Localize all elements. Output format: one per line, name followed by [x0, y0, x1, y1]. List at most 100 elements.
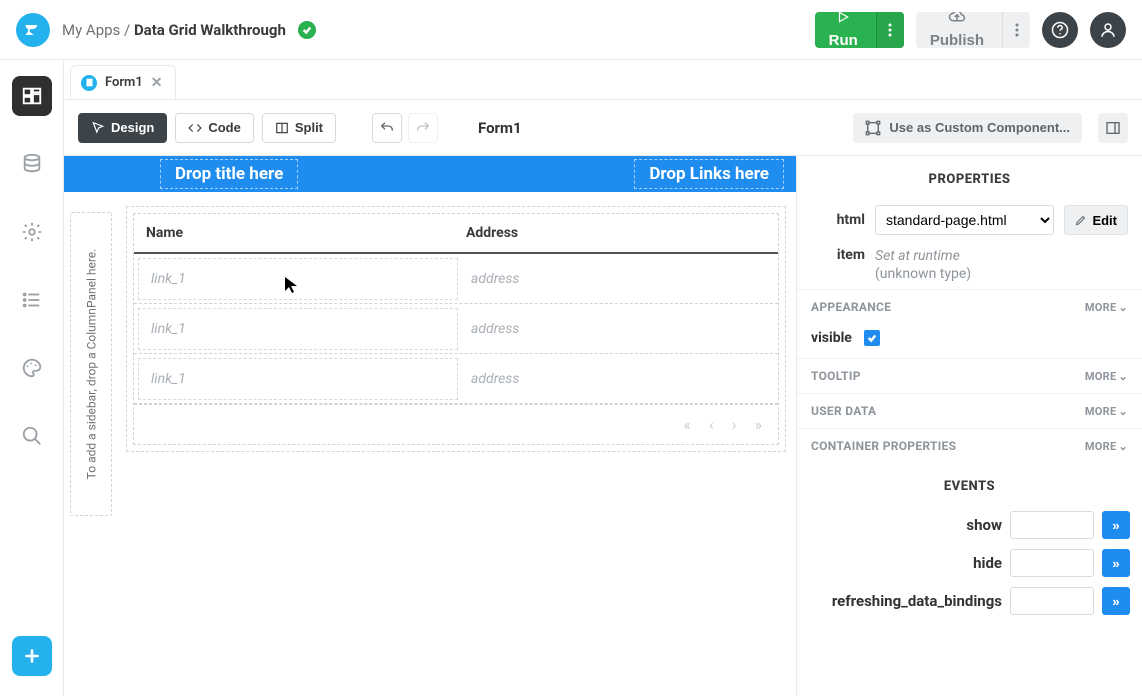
prop-html-label: html: [811, 212, 865, 228]
more-toggle[interactable]: MORE⌄: [1085, 301, 1128, 314]
section-container-properties[interactable]: CONTAINER PROPERTIES MORE⌄: [797, 428, 1142, 463]
layout-icon: [21, 85, 43, 107]
tab-row: Form1 ✕: [64, 60, 1142, 100]
data-grid[interactable]: Name Address link_1 address link_1 addre…: [126, 206, 786, 452]
rail-list-button[interactable]: [12, 280, 52, 320]
pager-prev-icon[interactable]: ‹: [709, 415, 714, 434]
left-rail: [0, 60, 64, 696]
more-toggle[interactable]: MORE⌄: [1085, 405, 1128, 418]
rail-add-button[interactable]: [12, 636, 52, 676]
sidebar-drop-zone[interactable]: To add a sidebar, drop a ColumnPanel her…: [70, 212, 112, 516]
custom-component-button[interactable]: Use as Custom Component...: [853, 113, 1082, 143]
saved-check-icon: [298, 21, 316, 39]
cell-link[interactable]: link_1: [138, 308, 458, 350]
edit-html-button[interactable]: Edit: [1064, 205, 1128, 235]
column-header-name[interactable]: Name: [134, 225, 454, 241]
cursor-icon: [91, 121, 105, 135]
more-toggle[interactable]: MORE⌄: [1085, 440, 1128, 453]
event-show-input[interactable]: [1010, 511, 1094, 539]
current-form-label: Form1: [478, 119, 522, 137]
event-refresh-input[interactable]: [1010, 587, 1094, 615]
tab-form1[interactable]: Form1 ✕: [70, 65, 176, 99]
pager-last-icon[interactable]: »: [755, 415, 763, 434]
undo-icon: [379, 120, 395, 136]
event-hide-label: hide: [809, 554, 1002, 572]
form-icon: [81, 75, 97, 91]
pager-next-icon[interactable]: ›: [732, 415, 737, 434]
grid-row[interactable]: link_1 address: [134, 254, 778, 304]
account-button[interactable]: [1090, 12, 1126, 48]
view-design-button[interactable]: Design: [78, 113, 167, 143]
redo-icon: [415, 120, 431, 136]
grid-row[interactable]: link_1 address: [134, 304, 778, 354]
code-icon: [188, 121, 202, 135]
title-drop-zone[interactable]: Drop title here: [160, 159, 298, 189]
rail-search-button[interactable]: [12, 416, 52, 456]
prop-visible-checkbox[interactable]: [864, 330, 880, 346]
rail-settings-button[interactable]: [12, 212, 52, 252]
design-canvas[interactable]: Drop title here Drop Links here To add a…: [64, 156, 796, 696]
pencil-icon: [1075, 214, 1087, 226]
grid-row[interactable]: link_1 address: [134, 354, 778, 404]
section-appearance[interactable]: APPEARANCE MORE⌄: [797, 289, 1142, 324]
kebab-icon: [1015, 23, 1019, 37]
publish-menu-button[interactable]: [1002, 12, 1030, 48]
links-drop-zone[interactable]: Drop Links here: [634, 159, 784, 189]
rail-theme-button[interactable]: [12, 348, 52, 388]
breadcrumb-root[interactable]: My Apps: [62, 21, 120, 39]
tab-close-icon[interactable]: ✕: [151, 75, 163, 91]
column-header-address[interactable]: Address: [454, 225, 778, 241]
cell-link[interactable]: link_1: [138, 358, 458, 400]
help-button[interactable]: [1042, 12, 1078, 48]
pager-first-icon[interactable]: «: [683, 415, 691, 434]
undo-button[interactable]: [372, 113, 402, 143]
app-logo[interactable]: [16, 13, 50, 47]
redo-button[interactable]: [408, 113, 438, 143]
rail-app-button[interactable]: [12, 76, 52, 116]
list-icon: [21, 289, 43, 311]
event-refresh-go-button[interactable]: »: [1102, 587, 1130, 615]
rail-data-button[interactable]: [12, 144, 52, 184]
run-button[interactable]: Run: [815, 12, 904, 48]
play-icon: [836, 12, 850, 25]
chevron-down-icon: ⌄: [1118, 301, 1128, 314]
view-code-button[interactable]: Code: [175, 113, 254, 143]
prop-item-label: item: [811, 247, 865, 263]
pager: « ‹ › »: [134, 404, 778, 444]
help-icon: [1051, 21, 1069, 39]
cell-address[interactable]: address: [459, 371, 778, 387]
search-icon: [21, 425, 43, 447]
chevron-down-icon: ⌄: [1118, 370, 1128, 383]
panel-toggle-button[interactable]: [1098, 113, 1128, 143]
tab-label: Form1: [105, 75, 143, 90]
section-user-data[interactable]: USER DATA MORE⌄: [797, 393, 1142, 428]
run-menu-button[interactable]: [876, 12, 904, 48]
cell-link[interactable]: link_1: [138, 258, 458, 300]
anvil-icon: [23, 20, 43, 40]
prop-visible-label: visible: [811, 330, 852, 346]
check-icon: [867, 333, 877, 343]
event-refresh-label: refreshing_data_bindings: [809, 592, 1002, 610]
gear-icon: [21, 221, 43, 243]
prop-item-value: Set at runtime (unknown type): [875, 247, 971, 283]
chevron-down-icon: ⌄: [1118, 405, 1128, 418]
cell-address[interactable]: address: [459, 321, 778, 337]
breadcrumb: My Apps / Data Grid Walkthrough: [62, 21, 316, 39]
cell-address[interactable]: address: [459, 271, 778, 287]
event-show-go-button[interactable]: »: [1102, 511, 1130, 539]
more-toggle[interactable]: MORE⌄: [1085, 370, 1128, 383]
view-split-button[interactable]: Split: [262, 113, 336, 143]
prop-html-select[interactable]: standard-page.html: [875, 205, 1054, 235]
kebab-icon: [888, 23, 892, 37]
properties-panel: PROPERTIES html standard-page.html Edit …: [796, 156, 1142, 696]
breadcrumb-current[interactable]: Data Grid Walkthrough: [134, 21, 286, 39]
plus-icon: [22, 646, 42, 666]
event-hide-input[interactable]: [1010, 549, 1094, 577]
section-tooltip[interactable]: TOOLTIP MORE⌄: [797, 358, 1142, 393]
cloud-upload-icon: [948, 12, 966, 25]
publish-button[interactable]: Publish: [916, 12, 1030, 48]
split-icon: [275, 121, 289, 135]
event-hide-go-button[interactable]: »: [1102, 549, 1130, 577]
events-heading: EVENTS: [797, 463, 1142, 506]
top-bar: My Apps / Data Grid Walkthrough Run Publ…: [0, 0, 1142, 60]
